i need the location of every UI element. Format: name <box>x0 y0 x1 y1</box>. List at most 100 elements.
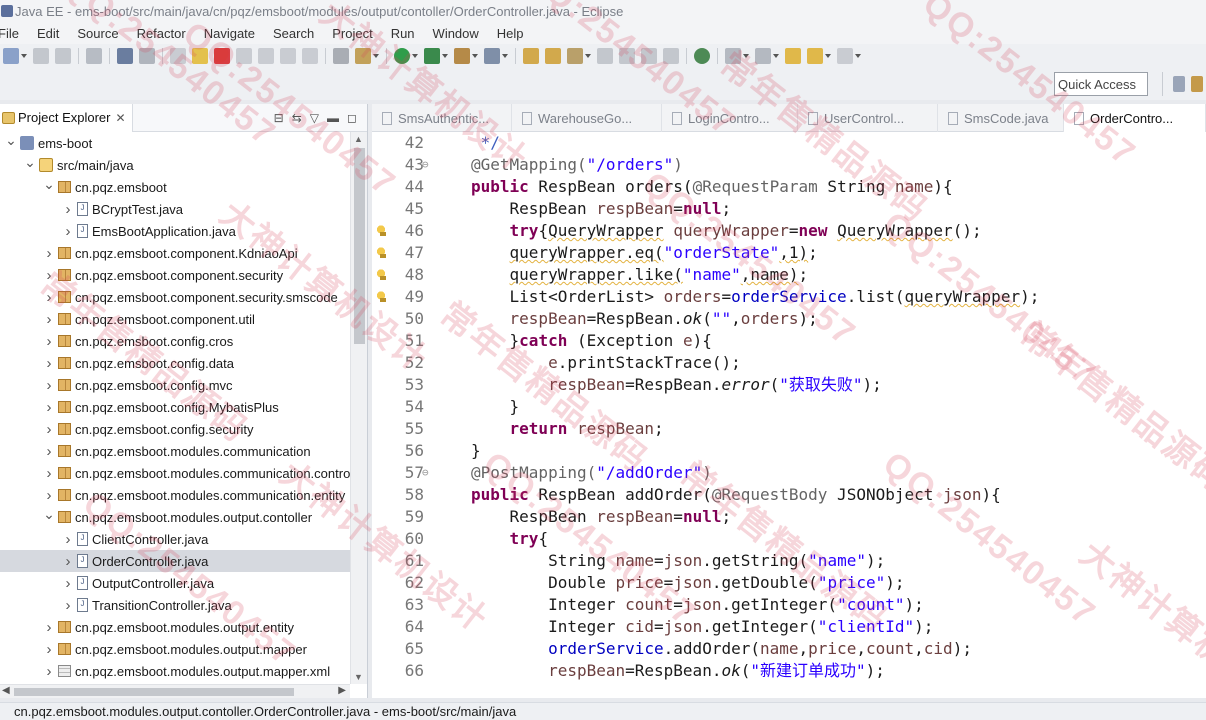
menu-file[interactable]: File <box>0 26 27 41</box>
chevron-right-icon[interactable]: › <box>42 399 56 416</box>
chevron-down-icon[interactable] <box>412 54 418 58</box>
code-line[interactable]: 64 Integer cid=json.getInteger("clientId… <box>372 616 1206 638</box>
code-area[interactable]: 42 */43 ⊖ @GetMapping("/orders") 44 public R… <box>372 132 1206 698</box>
chevron-right-icon[interactable]: › <box>42 619 56 636</box>
code-line[interactable]: 44 public RespBean orders(@RequestParam S… <box>372 176 1206 198</box>
skip-breakpoints-icon[interactable] <box>86 48 102 64</box>
editor-tab[interactable]: OrderContro... <box>1064 104 1206 132</box>
step-over-icon[interactable] <box>280 48 296 64</box>
toggle-mark-occurrences-icon[interactable] <box>597 48 613 64</box>
code-line[interactable]: 61 String name=json.getString("name"); <box>372 550 1206 572</box>
warning-icon[interactable] <box>377 225 387 236</box>
resume-icon[interactable] <box>170 48 186 64</box>
chevron-down-icon[interactable] <box>21 54 27 58</box>
tree-item[interactable]: › cn.pqz.emsboot.component.security.smsco… <box>0 286 350 308</box>
code-line[interactable]: 47 queryWrapper.eq("orderState",1); <box>372 242 1206 264</box>
chevron-right-icon[interactable]: › <box>61 553 75 570</box>
chevron-down-icon[interactable]: ⌄ <box>23 154 37 171</box>
last-edit-location-icon[interactable] <box>785 48 801 64</box>
tree-item[interactable]: › OrderController.java <box>0 550 350 572</box>
code-line[interactable]: 50 respBean=RespBean.ok("",orders); <box>372 308 1206 330</box>
chevron-right-icon[interactable]: › <box>42 267 56 284</box>
chevron-up-icon[interactable]: ▲ <box>354 134 363 144</box>
chevron-right-icon[interactable]: ▶ <box>338 685 346 696</box>
editor-tab[interactable]: SmsCode.java <box>938 104 1064 132</box>
terminal-icon[interactable] <box>117 48 133 64</box>
tree-item[interactable]: ⌄ src/main/java <box>0 154 350 176</box>
debug-tool-icon[interactable] <box>139 48 155 64</box>
view-menu-icon[interactable]: ▽ <box>310 111 319 125</box>
chevron-right-icon[interactable]: › <box>61 201 75 218</box>
chevron-down-icon[interactable] <box>773 54 779 58</box>
code-line[interactable]: 65 orderService.addOrder(name,price,coun… <box>372 638 1206 660</box>
chevron-down-icon[interactable] <box>855 54 861 58</box>
tree-item[interactable]: › cn.pqz.emsboot.modules.output.mapper <box>0 638 350 660</box>
maximize-icon[interactable]: ◻ <box>347 111 357 125</box>
globe-icon[interactable] <box>694 48 710 64</box>
code-line[interactable]: 59 RespBean respBean=null; <box>372 506 1206 528</box>
chevron-right-icon[interactable]: › <box>42 641 56 658</box>
new-icon[interactable] <box>3 48 19 64</box>
code-line[interactable]: 57 ⊖ @PostMapping("/addOrder") <box>372 462 1206 484</box>
editor-tab[interactable]: UserControl... <box>798 104 938 132</box>
editor-tab[interactable]: WarehouseGo... <box>512 104 662 132</box>
tree-item[interactable]: ⌄ ems-boot <box>0 132 350 154</box>
menu-run[interactable]: Run <box>381 26 423 41</box>
code-line[interactable]: 63 Integer count=json.getInteger("count"… <box>372 594 1206 616</box>
menu-window[interactable]: Window <box>423 26 487 41</box>
drop-to-frame-icon[interactable] <box>333 48 349 64</box>
use-step-filters-icon[interactable] <box>355 48 371 64</box>
chevron-down-icon[interactable] <box>502 54 508 58</box>
minimize-icon[interactable]: ▬ <box>327 111 339 125</box>
fold-toggle-icon[interactable]: ⊖ <box>422 462 429 484</box>
code-line[interactable]: 56} <box>372 440 1206 462</box>
explorer-horizontal-scrollbar[interactable]: ◀ ▶ <box>0 684 350 698</box>
tree-item[interactable]: › cn.pqz.emsboot.component.KdniaoApi <box>0 242 350 264</box>
suspend-icon[interactable] <box>192 48 208 64</box>
chevron-down-icon[interactable]: ⌄ <box>42 506 56 523</box>
chevron-left-icon[interactable]: ◀ <box>2 685 10 696</box>
tree-item[interactable]: › cn.pqz.emsboot.modules.output.mapper.xm… <box>0 660 350 682</box>
tree-item[interactable]: › TransitionController.java <box>0 594 350 616</box>
chevron-right-icon[interactable]: › <box>42 377 56 394</box>
tab-project-explorer[interactable]: Project Explorer ✕ <box>0 103 133 132</box>
chevron-down-icon[interactable] <box>743 54 749 58</box>
menu-edit[interactable]: Edit <box>27 26 67 41</box>
tree-item[interactable]: › BCryptTest.java <box>0 198 350 220</box>
menu-project[interactable]: Project <box>322 26 380 41</box>
chevron-down-icon[interactable] <box>373 54 379 58</box>
chevron-right-icon[interactable]: › <box>42 289 56 306</box>
open-type-icon[interactable] <box>523 48 539 64</box>
chevron-down-icon[interactable] <box>585 54 591 58</box>
close-icon[interactable]: ✕ <box>115 111 125 125</box>
chevron-right-icon[interactable]: › <box>42 663 56 680</box>
code-line[interactable]: 49 List<OrderList> orders=orderService.l… <box>372 286 1206 308</box>
save-all-icon[interactable] <box>55 48 71 64</box>
chevron-right-icon[interactable]: › <box>61 531 75 548</box>
terminate-icon[interactable] <box>214 48 230 64</box>
menu-search[interactable]: Search <box>263 26 322 41</box>
java-ee-perspective-icon[interactable] <box>1191 76 1203 92</box>
perspective-switcher[interactable] <box>1162 72 1206 96</box>
quick-access-input[interactable]: Quick Access <box>1054 72 1148 96</box>
code-line[interactable]: 58 public RespBean addOrder(@RequestBody … <box>372 484 1206 506</box>
open-perspective-icon[interactable] <box>1173 76 1185 92</box>
code-line[interactable]: 51 }catch (Exception e){ <box>372 330 1206 352</box>
tree-item[interactable]: › cn.pqz.emsboot.config.cros <box>0 330 350 352</box>
external-tools-icon[interactable] <box>454 48 470 64</box>
chevron-right-icon[interactable]: › <box>42 443 56 460</box>
next-annotation-icon[interactable] <box>725 48 741 64</box>
chevron-right-icon[interactable]: › <box>61 575 75 592</box>
chevron-right-icon[interactable]: › <box>42 355 56 372</box>
tree-item[interactable]: › OutputController.java <box>0 572 350 594</box>
tree-item[interactable]: › cn.pqz.emsboot.component.util <box>0 308 350 330</box>
chevron-right-icon[interactable]: › <box>61 223 75 240</box>
code-line[interactable]: 46 try{QueryWrapper queryWrapper=new Que… <box>372 220 1206 242</box>
back-icon[interactable] <box>807 48 823 64</box>
warning-icon[interactable] <box>377 247 387 258</box>
run-icon[interactable] <box>394 48 410 64</box>
tree-item[interactable]: › cn.pqz.emsboot.modules.output.entity <box>0 616 350 638</box>
chevron-down-icon[interactable]: ⌄ <box>4 132 18 149</box>
warning-icon[interactable] <box>377 269 387 280</box>
menu-source[interactable]: Source <box>67 26 126 41</box>
